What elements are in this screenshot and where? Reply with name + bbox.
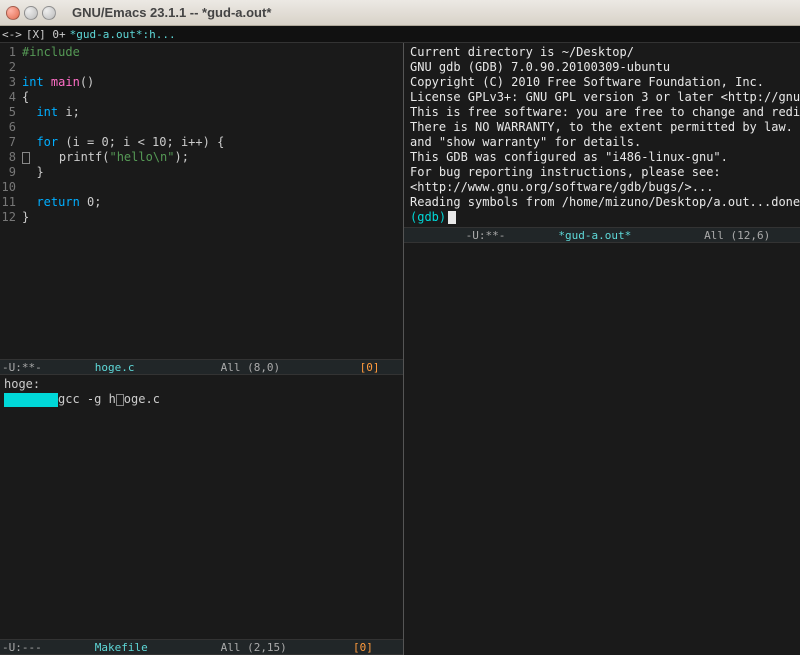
makefile-cmd: gcc -g hoge.c xyxy=(4,392,399,407)
ml-state: -U:**- xyxy=(466,229,506,242)
workspace: 1#include 23int main()4{5 int i;67 for (… xyxy=(0,43,800,655)
ml-col: [0] xyxy=(353,641,373,654)
window-title: GNU/Emacs 23.1.1 -- *gud-a.out* xyxy=(72,6,794,19)
close-icon[interactable] xyxy=(6,6,20,20)
right-column: Current directory is ~/Desktop/GNU gdb (… xyxy=(404,43,800,655)
tab-highlight xyxy=(4,393,58,407)
ml-buffer: Makefile xyxy=(95,641,148,654)
ml-buffer: hoge.c xyxy=(95,361,135,374)
tabline-cell[interactable]: [X] 0+ xyxy=(24,28,68,41)
gud-pane[interactable]: Current directory is ~/Desktop/GNU gdb (… xyxy=(404,43,800,655)
maximize-icon[interactable] xyxy=(42,6,56,20)
gud-output[interactable]: Current directory is ~/Desktop/GNU gdb (… xyxy=(404,43,800,227)
makefile-pane[interactable]: hoge: gcc -g hoge.c -U:--- Makefile All … xyxy=(0,375,403,655)
ml-col: [0] xyxy=(360,361,380,374)
makefile-body[interactable]: hoge: gcc -g hoge.c xyxy=(0,375,403,639)
gud-modeline: -U:**- *gud-a.out* All (12,6) [0] (Debug… xyxy=(404,227,800,243)
tab-line[interactable]: <-> [X] 0+ *gud-a.out*:h... xyxy=(0,26,800,43)
source-modeline: -U:**- hoge.c All (8,0) [0] (C/l hs Dril… xyxy=(0,359,403,375)
tabline-prefix: <-> xyxy=(0,28,24,41)
ml-state: -U:**- xyxy=(2,361,42,374)
ml-state: -U:--- xyxy=(2,641,42,654)
ml-position: All (2,15) xyxy=(221,641,287,654)
ml-position: All (12,6) xyxy=(704,229,770,242)
makefile-target: hoge: xyxy=(4,377,399,392)
source-code[interactable]: 1#include 23int main()4{5 int i;67 for (… xyxy=(0,43,403,359)
makefile-modeline: -U:--- Makefile All (2,15) [0] (GNUmakef… xyxy=(0,639,403,655)
ml-buffer: *gud-a.out* xyxy=(558,229,631,242)
left-column: 1#include 23int main()4{5 int i;67 for (… xyxy=(0,43,404,655)
tabline-active[interactable]: *gud-a.out*:h... xyxy=(68,28,178,41)
window-titlebar: GNU/Emacs 23.1.1 -- *gud-a.out* xyxy=(0,0,800,26)
source-pane[interactable]: 1#include 23int main()4{5 int i;67 for (… xyxy=(0,43,403,375)
minimize-icon[interactable] xyxy=(24,6,38,20)
ml-position: All (8,0) xyxy=(221,361,281,374)
